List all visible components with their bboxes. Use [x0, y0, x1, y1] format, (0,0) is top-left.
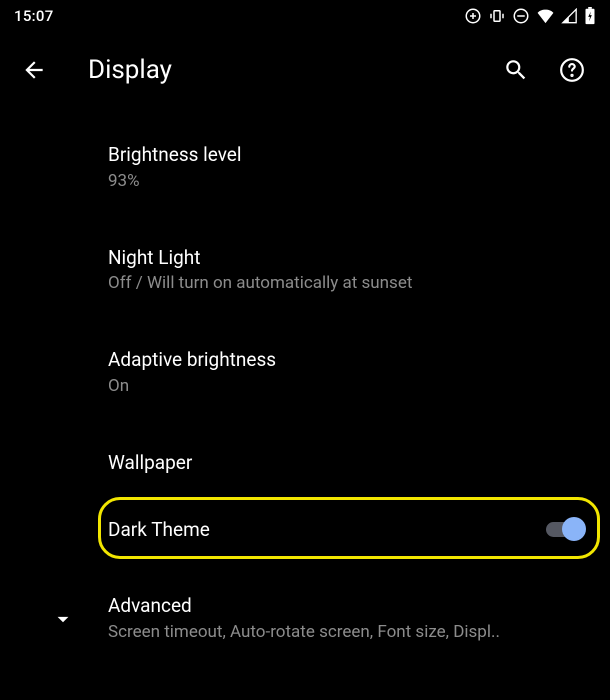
dark-theme-toggle[interactable] — [544, 516, 586, 542]
setting-brightness-level[interactable]: Brightness level 93% — [0, 126, 610, 209]
setting-subtitle: Off / Will turn on automatically at suns… — [108, 272, 586, 295]
setting-night-light[interactable]: Night Light Off / Will turn on automatic… — [0, 229, 610, 312]
setting-title: Adaptive brightness — [108, 347, 586, 373]
search-button[interactable] — [488, 46, 544, 94]
arrow-back-icon — [21, 57, 47, 83]
settings-list: Brightness level 93% Night Light Off / W… — [0, 104, 610, 660]
setting-dark-theme[interactable]: Dark Theme — [0, 501, 610, 557]
help-button[interactable] — [544, 46, 600, 94]
search-icon — [503, 57, 529, 83]
dnd-icon — [512, 7, 530, 25]
back-button[interactable] — [10, 46, 58, 94]
wifi-icon — [536, 8, 555, 24]
setting-subtitle: Screen timeout, Auto-rotate screen, Font… — [108, 621, 586, 644]
setting-subtitle: 93% — [108, 170, 586, 193]
app-bar: Display — [0, 36, 610, 104]
clock: 15:07 — [14, 7, 54, 25]
setting-title: Night Light — [108, 245, 586, 271]
vibrate-icon — [488, 7, 506, 25]
setting-title: Advanced — [108, 593, 586, 619]
data-saver-icon — [464, 7, 482, 25]
setting-advanced[interactable]: Advanced Screen timeout, Auto-rotate scr… — [0, 577, 610, 660]
toggle-thumb — [562, 517, 586, 541]
setting-title: Wallpaper — [108, 450, 586, 476]
page-title: Display — [88, 55, 488, 85]
setting-title: Brightness level — [108, 142, 586, 168]
setting-wallpaper[interactable]: Wallpaper — [0, 434, 610, 492]
setting-adaptive-brightness[interactable]: Adaptive brightness On — [0, 331, 610, 414]
setting-title: Dark Theme — [108, 517, 532, 543]
expand-more-icon — [50, 606, 76, 632]
battery-icon — [584, 7, 596, 25]
help-icon — [559, 57, 585, 83]
setting-subtitle: On — [108, 375, 586, 398]
status-bar: 15:07 — [0, 0, 610, 32]
signal-icon — [561, 8, 578, 24]
